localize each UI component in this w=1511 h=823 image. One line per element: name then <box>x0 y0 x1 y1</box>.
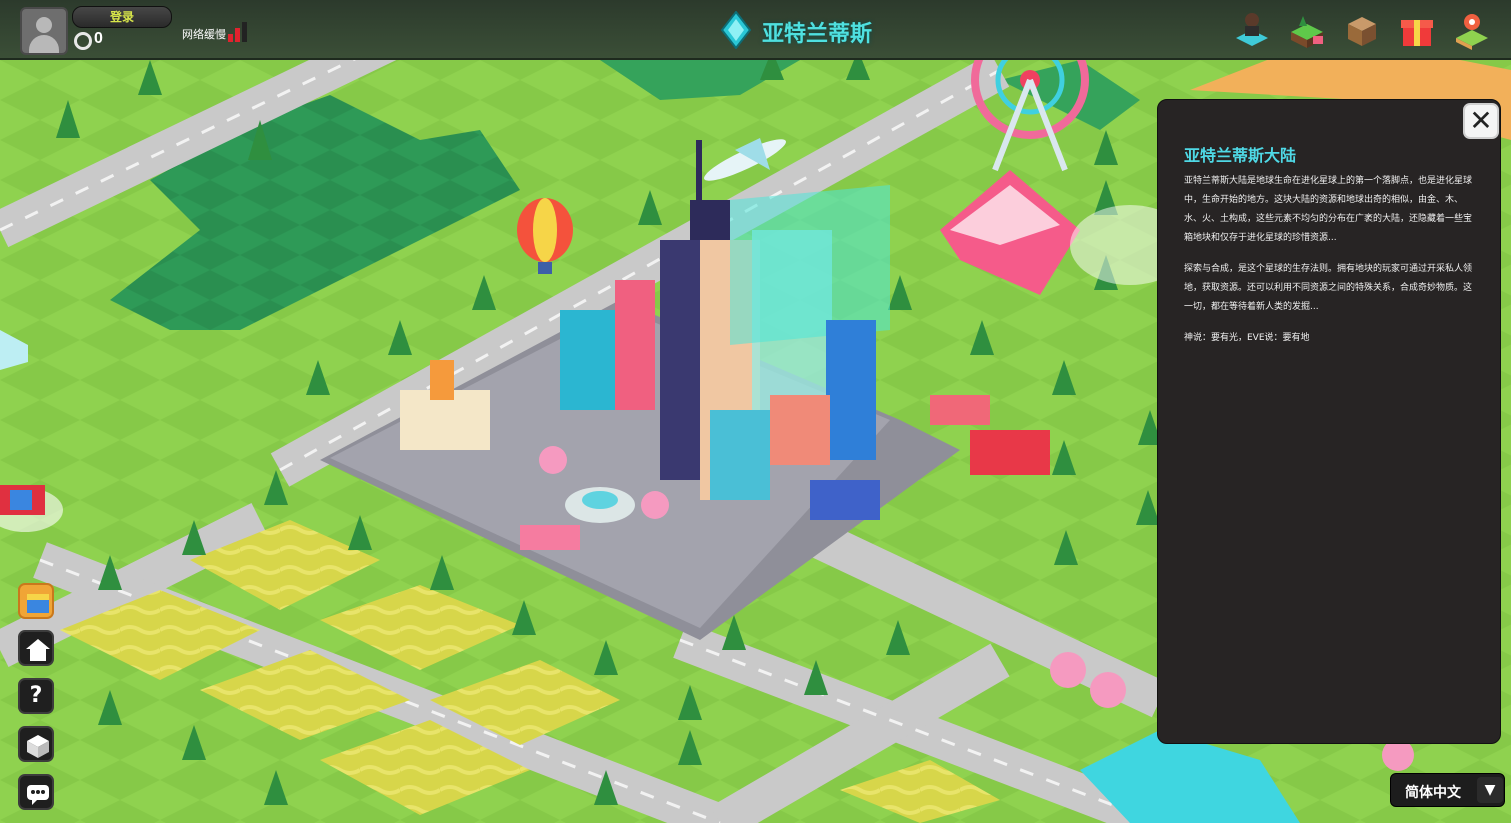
treasure-box-button[interactable] <box>18 583 54 619</box>
help-button[interactable]: ? <box>18 678 54 714</box>
treasure-chest-icon[interactable] <box>1342 10 1382 50</box>
continent-info-panel: 亚特兰蒂斯大陆 亚特兰蒂斯大陆是地球生命在进化星球上的第一个落脚点，也是进化星球… <box>1157 99 1501 744</box>
panel-paragraph-quote: 神说：要有光，EVE说：要有地 <box>1184 333 1310 343</box>
language-selected-label: 简体中文 <box>1405 785 1461 801</box>
home-button[interactable] <box>18 630 54 666</box>
cube-icon <box>27 735 49 758</box>
home-icon <box>26 639 50 661</box>
world-title: 亚特兰蒂斯 <box>762 22 873 47</box>
land-shop-icon[interactable] <box>1287 10 1327 50</box>
cube-button[interactable] <box>18 726 54 762</box>
coin-count: 0 <box>94 30 103 47</box>
coin-icon <box>74 32 92 50</box>
panel-paragraph-intro: 亚特兰蒂斯大陆是地球生命在进化星球上的第一个落脚点，也是进化星球中，生命开始的地… <box>1184 176 1473 243</box>
map-location-icon[interactable] <box>1452 10 1492 50</box>
panel-title: 亚特兰蒂斯大陆 <box>1184 146 1297 165</box>
close-icon: ✕ <box>1469 104 1493 137</box>
avatar-icon[interactable] <box>20 7 68 55</box>
player-desk-icon[interactable] <box>1232 10 1272 50</box>
gift-box-icon[interactable] <box>1397 10 1437 50</box>
chevron-down-icon[interactable]: ▼ <box>1477 777 1503 803</box>
network-status-label: 网络缓慢 <box>182 28 226 41</box>
close-panel-button[interactable]: ✕ <box>1463 103 1499 139</box>
language-select[interactable]: 简体中文 ▼ <box>1390 773 1505 807</box>
top-bar: 登录 0 网络缓慢 亚特兰蒂斯 <box>0 0 1511 60</box>
login-button[interactable]: 登录 <box>72 6 172 28</box>
chat-icon <box>27 785 49 805</box>
chat-button[interactable] <box>18 774 54 810</box>
help-icon: ? <box>29 683 43 708</box>
treasure-box-icon <box>27 594 49 613</box>
panel-paragraph-rules: 探索与合成，是这个星球的生存法则。拥有地块的玩家可通过开采私人领地，获取资源。还… <box>1184 264 1473 312</box>
network-signal-icon <box>228 18 252 42</box>
atlantis-crystal-icon <box>720 11 752 49</box>
